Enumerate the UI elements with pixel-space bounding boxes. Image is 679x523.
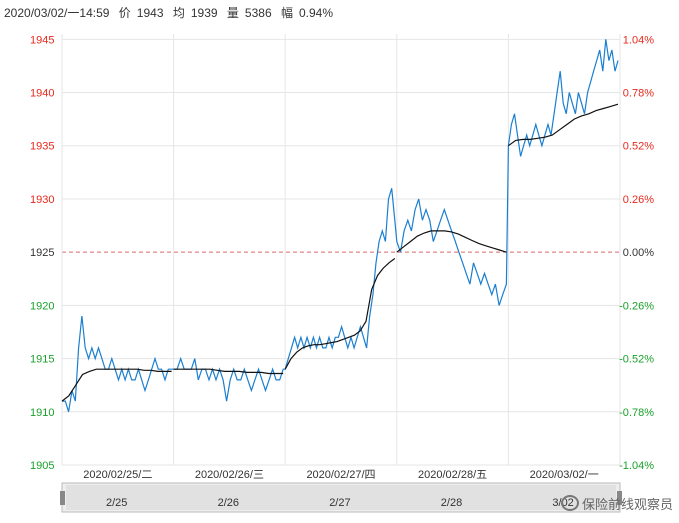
weibo-icon xyxy=(560,495,579,511)
y-tick-label: 1930 xyxy=(30,194,54,206)
y-tick-label: 1910 xyxy=(30,407,54,419)
series-group xyxy=(61,39,619,412)
x-tick-label: 2020/02/28/五 xyxy=(418,469,487,481)
x-tick-label: 2020/02/26/三 xyxy=(195,469,264,481)
y-tick-label: 1940 xyxy=(30,88,54,100)
pct-tick-label: 0.78% xyxy=(623,88,654,100)
y-axis-right: 1.04% 0.78% 0.52% 0.26% 0.00% -0.26% -0.52% -0.… xyxy=(619,34,654,472)
intraday-chart[interactable]: 1945 1940 1935 1930 1925 1920 1915 1910 1905 1.0… xyxy=(0,0,679,523)
x-tick-label: 2020/02/27/四 xyxy=(306,469,375,481)
pct-tick-label: 0.26% xyxy=(623,194,654,206)
navigator-label: 2/28 xyxy=(441,497,462,509)
navigator-label: 2/25 xyxy=(106,497,127,509)
avg-line xyxy=(508,103,619,147)
y-tick-label: 1920 xyxy=(30,300,54,312)
price-line xyxy=(62,39,619,412)
pct-tick-label: 1.04% xyxy=(623,34,654,46)
time-navigator[interactable]: 2/25 2/26 2/27 2/28 3/02 xyxy=(60,482,622,513)
avg-line xyxy=(284,258,396,370)
pct-tick-label: 0.00% xyxy=(623,247,654,259)
pct-tick-label: 0.52% xyxy=(623,141,654,153)
weibo-watermark: 保险前线观察员 xyxy=(560,494,673,513)
y-tick-label: 1935 xyxy=(30,141,54,153)
y-tick-label: 1915 xyxy=(30,354,54,366)
chart-grid xyxy=(61,34,621,466)
avg-line xyxy=(396,230,507,253)
pct-tick-label: -0.52% xyxy=(619,354,654,366)
pct-tick-label: -0.78% xyxy=(619,407,654,419)
y-tick-label: 1925 xyxy=(30,247,54,259)
x-tick-label: 2020/03/02/一 xyxy=(530,469,599,481)
x-tick-label: 2020/02/25/二 xyxy=(83,469,152,481)
y-tick-label: 1905 xyxy=(30,460,54,472)
y-axis-left: 1945 1940 1935 1930 1925 1920 1915 1910 1905 xyxy=(30,34,54,472)
navigator-handle-left xyxy=(60,491,65,505)
x-axis: 2020/02/25/二 2020/02/26/三 2020/02/27/四 2020… xyxy=(83,469,599,481)
navigator-label: 2/27 xyxy=(329,497,350,509)
watermark-text: 保险前线观察员 xyxy=(581,497,673,512)
pct-tick-label: -1.04% xyxy=(619,460,654,472)
y-tick-label: 1945 xyxy=(30,34,54,46)
navigator-label: 2/26 xyxy=(218,497,239,509)
pct-tick-label: -0.26% xyxy=(619,300,654,312)
avg-line xyxy=(173,368,284,375)
